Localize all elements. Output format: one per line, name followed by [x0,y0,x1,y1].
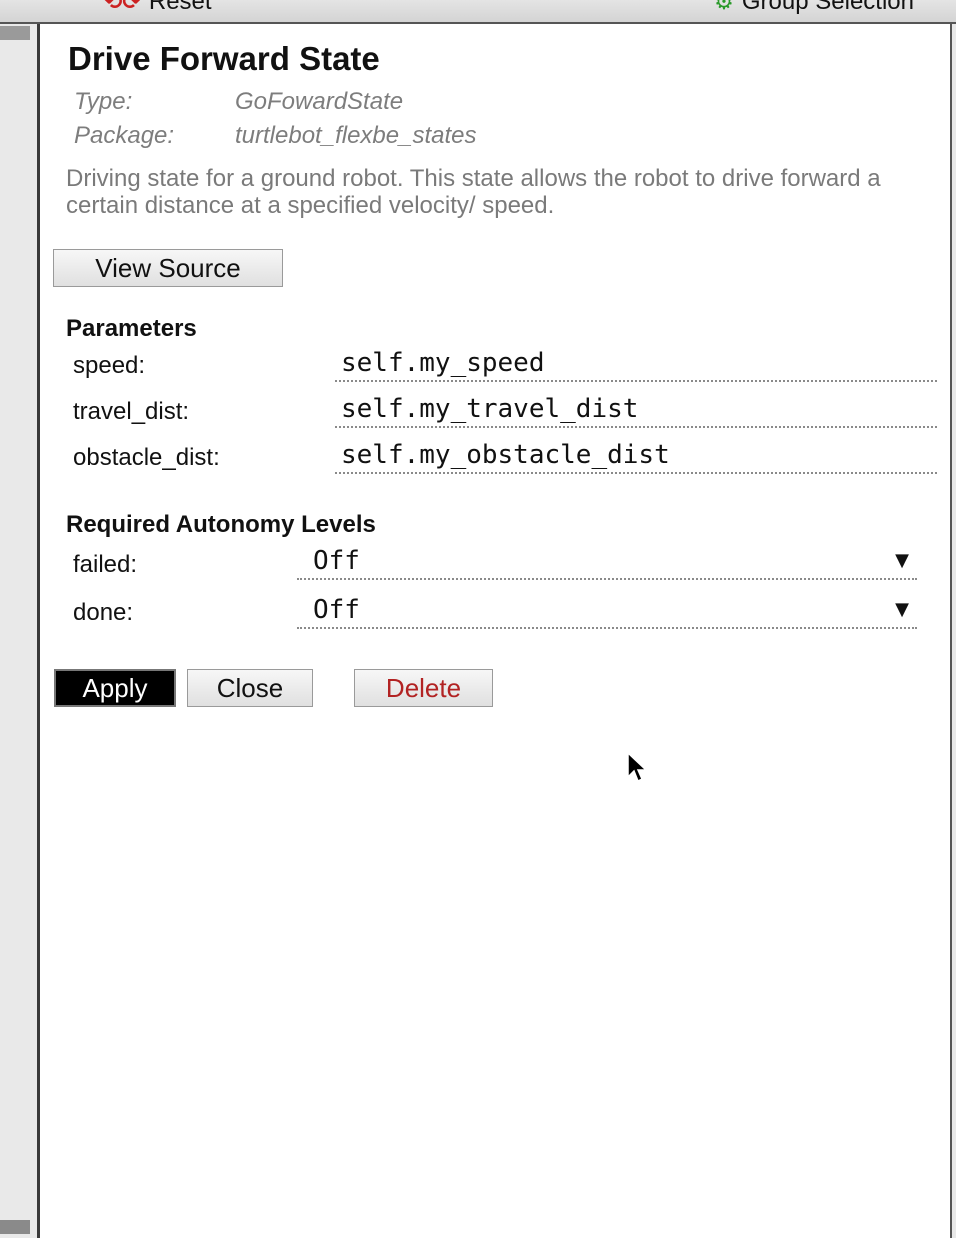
group-selection-label: Group Selection [741,0,914,15]
group-icon: ⚙ [714,0,734,14]
autonomy-select-failed-value: Off [313,546,360,576]
parameters-heading: Parameters [66,315,197,342]
autonomy-label-done: done: [73,599,134,626]
state-description: Driving state for a ground robot. This s… [66,165,881,219]
param-label-travel-dist: travel_dist: [73,398,190,425]
state-properties-panel: Drive Forward State Type: GoFowardState … [40,24,952,1238]
autonomy-select-failed[interactable]: Off ▼ [297,546,917,580]
group-selection-button[interactable]: ⚙ Group Selection [714,0,914,16]
toolbar: ⟲⟳ Reset ⚙ Group Selection [0,0,956,24]
param-input-obstacle-dist[interactable] [335,438,937,474]
view-source-button[interactable]: View Source [53,249,283,287]
param-input-travel-dist[interactable] [335,392,937,428]
package-value: turtlebot_flexbe_states [235,122,477,149]
autonomy-heading: Required Autonomy Levels [66,511,376,538]
reset-label: Reset [148,0,212,15]
dropdown-arrow-icon: ▼ [895,550,909,571]
apply-button[interactable]: Apply [54,669,176,707]
param-label-obstacle-dist: obstacle_dist: [73,444,220,471]
state-title: Drive Forward State [68,40,380,77]
delete-button[interactable]: Delete [354,669,493,707]
type-value: GoFowardState [235,88,404,115]
left-panel-scroll-handle-bottom[interactable] [0,1220,30,1234]
type-key: Type: [74,88,133,115]
left-panel-scroll-handle[interactable] [0,26,30,40]
close-button[interactable]: Close [187,669,313,707]
reset-icon: ⟲⟳ [104,0,141,14]
dropdown-arrow-icon: ▼ [895,599,909,620]
left-background-panel [0,24,37,1238]
param-label-speed: speed: [73,352,146,379]
autonomy-label-failed: failed: [73,551,138,578]
autonomy-select-done[interactable]: Off ▼ [297,595,917,629]
mouse-cursor-icon [627,751,648,783]
param-input-speed[interactable] [335,346,937,382]
state-package-row: Package: turtlebot_flexbe_states [74,122,477,150]
package-key: Package: [74,122,175,149]
state-type-row: Type: GoFowardState [74,88,403,116]
reset-button[interactable]: ⟲⟳ Reset [104,0,212,16]
autonomy-select-done-value: Off [313,595,360,625]
